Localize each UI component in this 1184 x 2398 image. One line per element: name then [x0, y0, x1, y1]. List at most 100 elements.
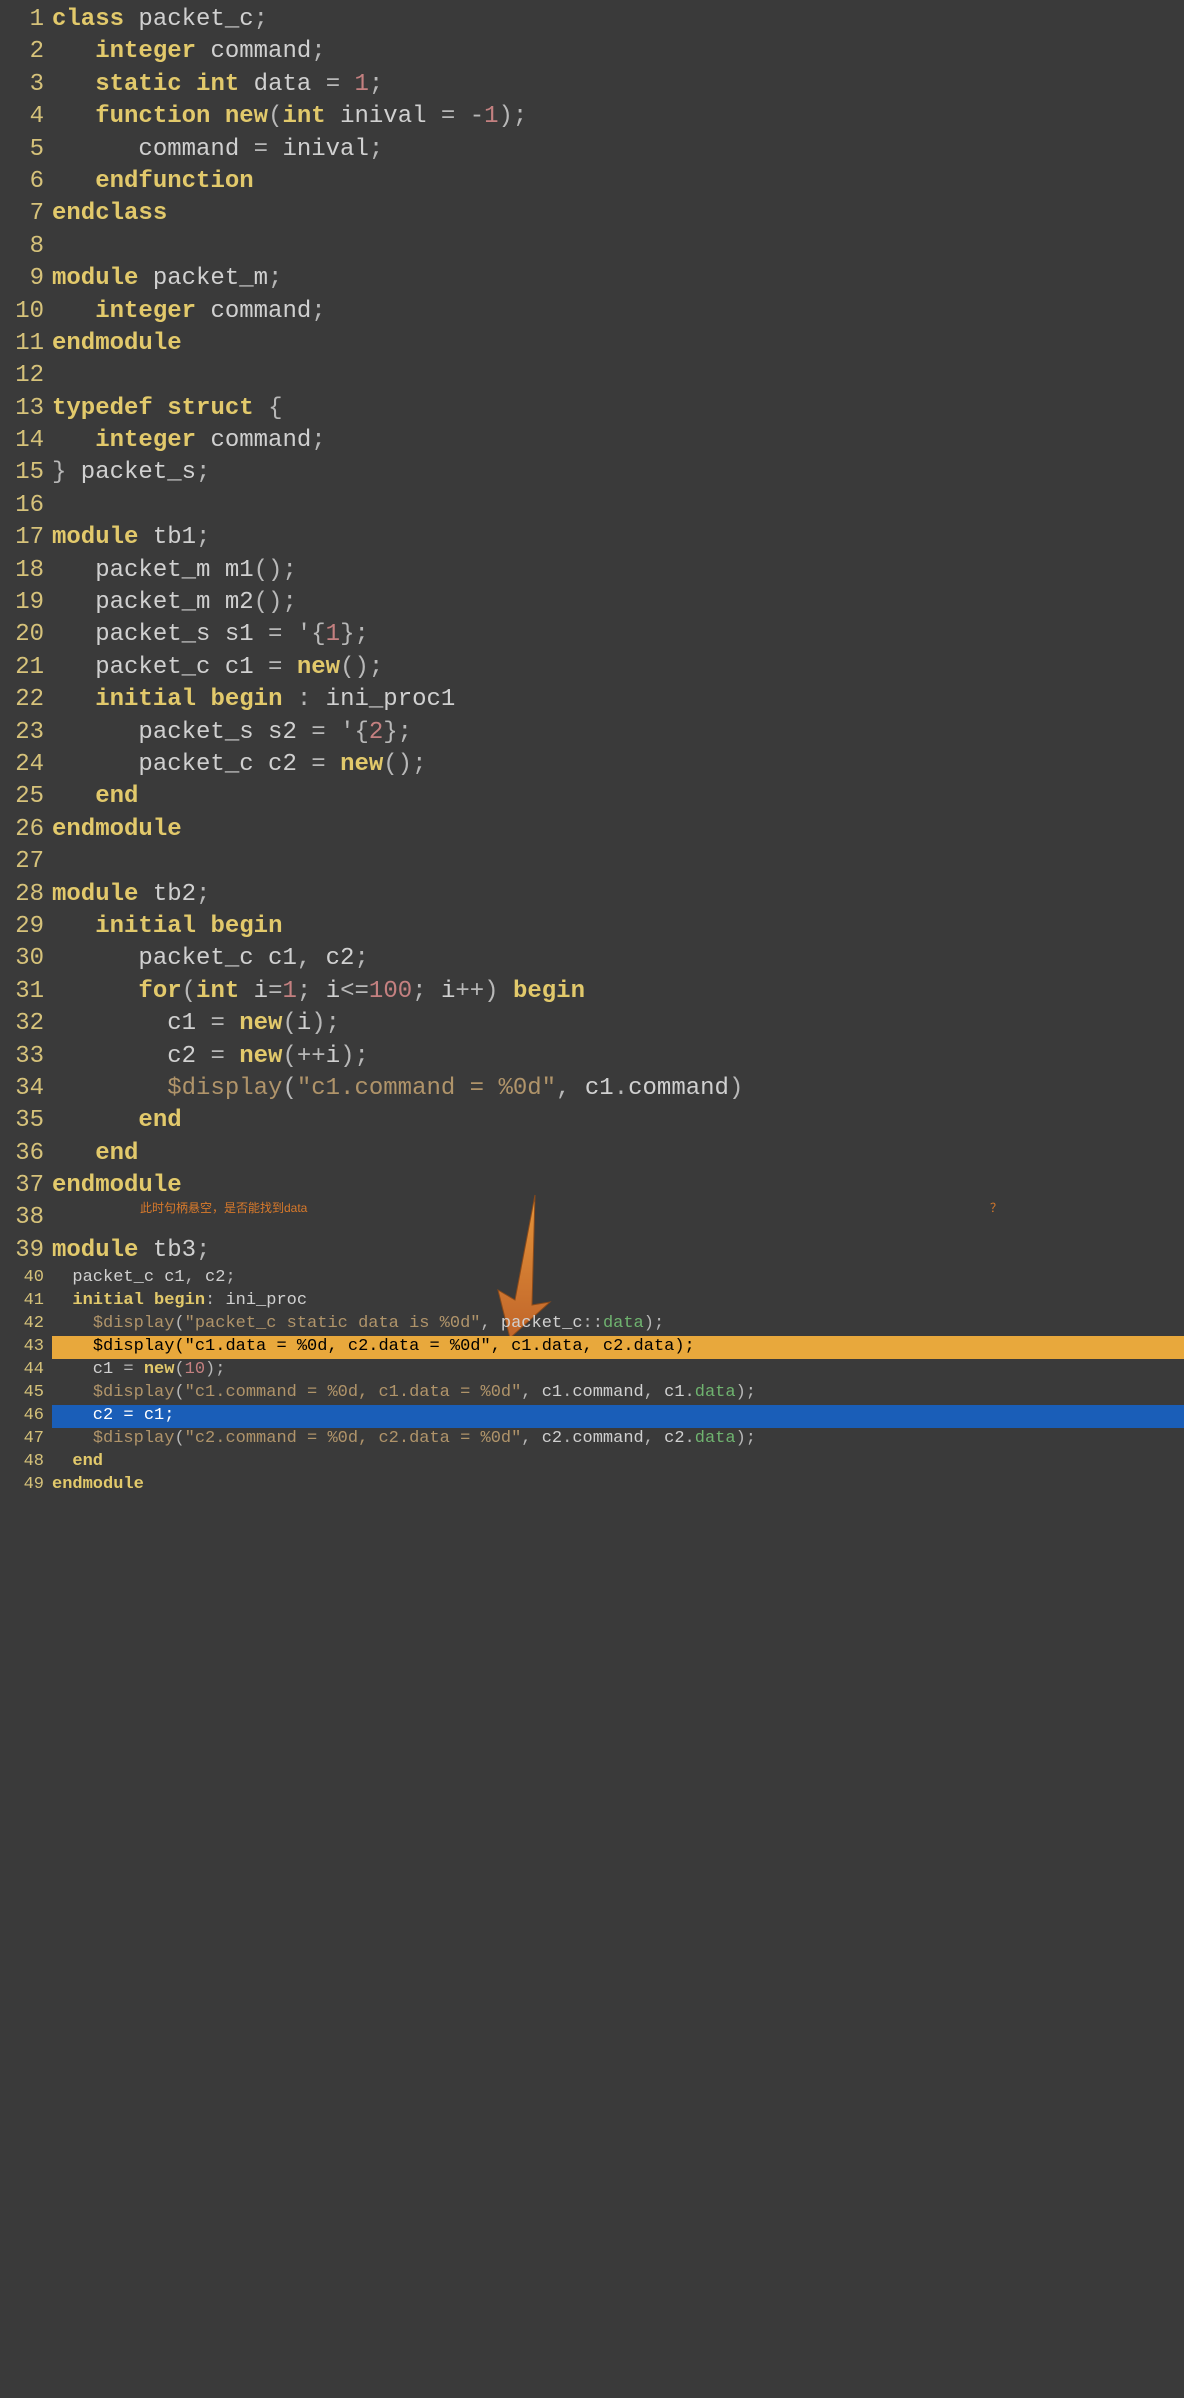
token-pun: , — [556, 1075, 570, 1102]
token-pun: ; — [196, 1237, 210, 1264]
line-number: 35 — [0, 1105, 52, 1137]
code-line-9: 9module packet_m; — [0, 263, 1184, 295]
token-id: c1 — [52, 1010, 210, 1037]
token-pun: . — [562, 1383, 572, 1402]
line-number: 23 — [0, 717, 52, 749]
line-number: 32 — [0, 1008, 52, 1040]
token-pun: }; — [340, 621, 369, 648]
line-number: 17 — [0, 522, 52, 554]
token-green: data — [603, 1314, 644, 1333]
token-pun: '{ — [340, 719, 369, 746]
token-pun: ( — [174, 1429, 184, 1448]
code-line-19: 19 packet_m m2(); — [0, 587, 1184, 619]
line-number: 2 — [0, 36, 52, 68]
code-line-39: 39module tb3; — [0, 1235, 1184, 1267]
line-content: packet_c c1, c2; — [52, 943, 1184, 975]
token-id — [326, 719, 340, 746]
token-id — [225, 1043, 239, 1070]
line-number: 43 — [0, 1336, 52, 1359]
token-id: i — [326, 1043, 340, 1070]
token-pun: . — [623, 1337, 633, 1356]
code-line-3: 3 static int data = 1; — [0, 69, 1184, 101]
token-pun: ; — [311, 38, 325, 65]
code-line-27: 27 — [0, 846, 1184, 878]
token-str: "c1.data = %0d, c2.data = %0d" — [185, 1337, 491, 1356]
token-id — [282, 686, 296, 713]
token-pun: ( — [268, 103, 282, 130]
token-kw: initial — [72, 1291, 143, 1310]
code-line-46: 46 c2 = c1; — [0, 1405, 1184, 1428]
token-pun: ; — [354, 945, 368, 972]
token-id — [52, 913, 95, 940]
token-pun: - — [470, 103, 484, 130]
line-content: c1 = new(10); — [52, 1359, 1184, 1382]
token-pun: ( — [182, 978, 196, 1005]
line-number: 42 — [0, 1313, 52, 1336]
line-content: endmodule — [52, 1170, 1184, 1202]
token-id: command — [196, 298, 311, 325]
token-id: packet_s — [66, 459, 196, 486]
token-pun: = — [254, 136, 268, 163]
token-kw: new — [239, 1010, 282, 1037]
token-pun: ( — [174, 1383, 184, 1402]
line-number: 10 — [0, 296, 52, 328]
token-kw: end — [138, 1107, 181, 1134]
line-number: 8 — [0, 231, 52, 263]
token-kw: new — [225, 103, 268, 130]
line-number: 9 — [0, 263, 52, 295]
token-pun: , — [644, 1383, 654, 1402]
line-number: 11 — [0, 328, 52, 360]
token-pun: (); — [340, 654, 383, 681]
token-str: "c1.command = %0d, c1.data = %0d" — [185, 1383, 522, 1402]
token-kw: new — [340, 751, 383, 778]
token-kw: new — [297, 654, 340, 681]
line-number: 34 — [0, 1073, 52, 1105]
line-content: endclass — [52, 198, 1184, 230]
token-id: command — [572, 1383, 643, 1402]
token-sys: $display — [167, 1075, 282, 1102]
token-id — [52, 1140, 95, 1167]
token-id — [52, 1107, 138, 1134]
token-pun: = — [268, 978, 282, 1005]
token-id: inival — [268, 136, 369, 163]
line-number: 4 — [0, 101, 52, 133]
token-pun: . — [614, 1075, 628, 1102]
token-kw: end — [95, 783, 138, 810]
code-line-23: 23 packet_s s2 = '{2}; — [0, 717, 1184, 749]
line-number: 3 — [0, 69, 52, 101]
token-id: c2 — [532, 1429, 563, 1448]
code-line-13: 13typedef struct { — [0, 393, 1184, 425]
token-id — [52, 1075, 167, 1102]
code-line-44: 44 c1 = new(10); — [0, 1359, 1184, 1382]
token-kw: int — [282, 103, 325, 130]
token-id — [455, 103, 469, 130]
line-number: 20 — [0, 619, 52, 651]
token-pun: ; — [254, 6, 268, 33]
line-content: module tb2; — [52, 879, 1184, 911]
line-content: initial begin: ini_proc — [52, 1290, 1184, 1313]
token-pun: , — [644, 1429, 654, 1448]
code-line-33: 33 c2 = new(++i); — [0, 1041, 1184, 1073]
line-number: 21 — [0, 652, 52, 684]
token-id — [210, 103, 224, 130]
line-content: endmodule — [52, 328, 1184, 360]
token-id: command — [572, 1429, 643, 1448]
token-kw: new — [144, 1360, 175, 1379]
token-kw: typedef — [52, 395, 153, 422]
line-content: packet_s s2 = '{2}; — [52, 717, 1184, 749]
line-number: 13 — [0, 393, 52, 425]
token-id: i — [297, 1010, 311, 1037]
token-kw: function — [95, 103, 210, 130]
token-id: c1 — [52, 1360, 123, 1379]
code-line-6: 6 endfunction — [0, 166, 1184, 198]
token-id: packet_c c1 — [52, 945, 297, 972]
token-id — [52, 427, 95, 454]
token-kw: initial — [95, 913, 196, 940]
token-pun: :: — [583, 1314, 603, 1333]
token-pun: ( — [174, 1360, 184, 1379]
token-pun: <= — [340, 978, 369, 1005]
line-content: integer command; — [52, 296, 1184, 328]
line-content: $display("c1.command = %0d, c1.data = %0… — [52, 1382, 1184, 1405]
token-pun: = — [123, 1360, 133, 1379]
line-number: 25 — [0, 781, 52, 813]
